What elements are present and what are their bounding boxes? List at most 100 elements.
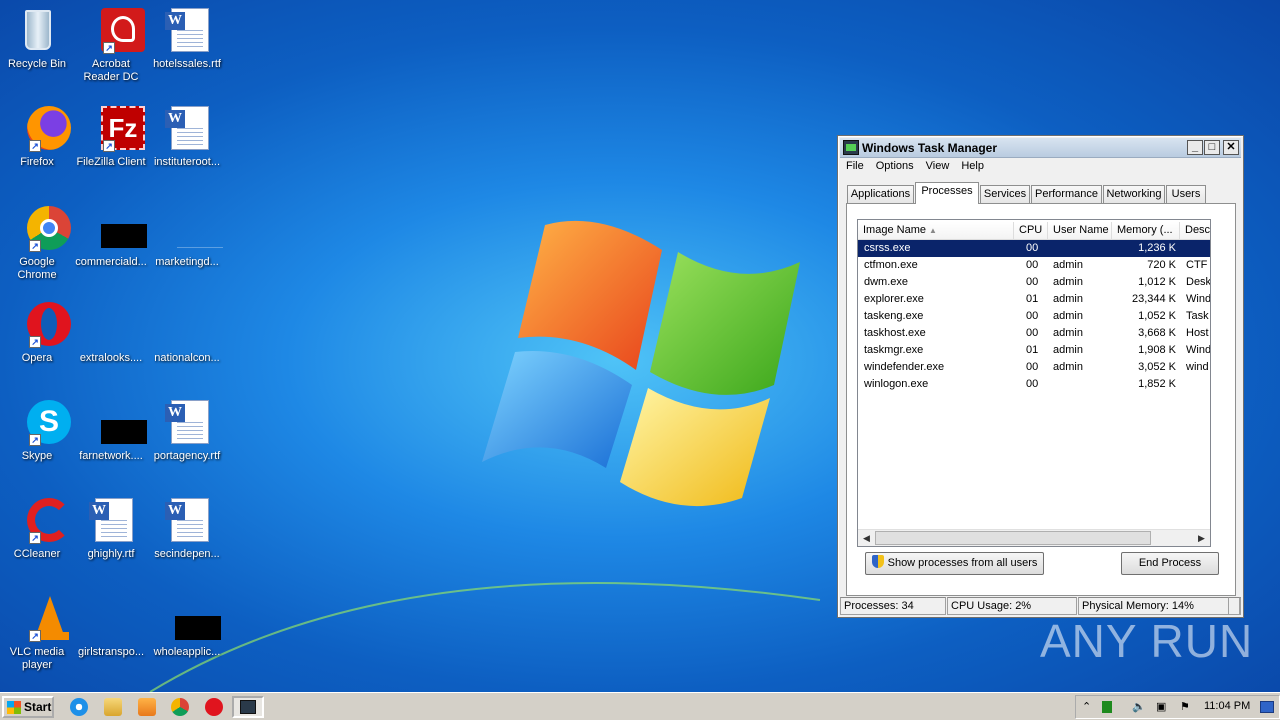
table-row[interactable]: winlogon.exe 00 1,852 K xyxy=(858,376,1210,393)
table-row[interactable]: ctfmon.exe 00 admin 720 K CTF l xyxy=(858,257,1211,274)
scroll-right-icon[interactable]: ▶ xyxy=(1194,531,1209,545)
menu-bar: File Options View Help xyxy=(840,158,1241,177)
column-header-user-name[interactable]: User Name xyxy=(1048,222,1112,240)
network-icon[interactable]: ▣ xyxy=(1156,700,1166,713)
desktop-icon-secindepen[interactable]: W secindepen... xyxy=(150,496,224,561)
column-header-cpu[interactable]: CPU xyxy=(1014,222,1048,240)
cell-user: admin xyxy=(1053,344,1083,356)
tab-users[interactable]: Users xyxy=(1166,185,1206,204)
show-desktop-icon[interactable] xyxy=(1260,701,1274,713)
column-header-memory[interactable]: Memory (... xyxy=(1112,222,1180,240)
chrome-taskbar-icon[interactable] xyxy=(171,698,189,716)
desktop-icon-filezilla[interactable]: Fz ↗ FileZilla Client xyxy=(74,104,148,169)
blank-file-icon xyxy=(163,204,223,252)
status-physical-memory: Physical Memory: 14% xyxy=(1078,597,1241,615)
table-row[interactable]: taskmgr.exe 01 admin 1,908 K Wind xyxy=(858,342,1211,359)
desktop-icon-firefox[interactable]: ↗ Firefox xyxy=(0,104,74,169)
process-list[interactable]: Image Name ▲ CPU User Name Memory (... D… xyxy=(857,219,1211,547)
action-center-flag-icon[interactable]: ⚑ xyxy=(1180,700,1190,713)
title-bar[interactable]: Windows Task Manager _ □ ✕ xyxy=(840,138,1241,158)
tab-networking[interactable]: Networking xyxy=(1103,185,1165,204)
menu-options[interactable]: Options xyxy=(870,158,920,174)
filezilla-icon: Fz ↗ xyxy=(87,104,145,152)
task-manager-taskbar-button[interactable] xyxy=(232,696,264,718)
blank-file-icon xyxy=(87,398,147,446)
system-tray: ⌃ 🔈 ▣ ⚑ 11:04 PM xyxy=(1075,695,1280,719)
cell-cpu: 01 xyxy=(1026,344,1039,356)
tab-services[interactable]: Services xyxy=(980,185,1030,204)
acrobat-reader-icon: ↗ xyxy=(87,6,145,54)
table-row[interactable]: dwm.exe 00 admin 1,012 K Desk xyxy=(858,274,1210,291)
cell-description: Wind xyxy=(1186,344,1211,356)
desktop-icon-chrome[interactable]: ↗ Google Chrome xyxy=(0,204,74,282)
desktop-icon-recycle-bin[interactable]: Recycle Bin xyxy=(0,6,74,71)
desktop-icon-ccleaner[interactable]: ↗ CCleaner xyxy=(0,496,74,561)
resize-grip-icon[interactable] xyxy=(1228,597,1240,615)
cell-description xyxy=(1186,376,1210,393)
tab-processes[interactable]: Processes xyxy=(915,182,979,204)
show-all-users-button[interactable]: Show processes from all users xyxy=(865,552,1044,575)
file-explorer-icon[interactable] xyxy=(104,698,122,716)
menu-help[interactable]: Help xyxy=(955,158,990,174)
show-hidden-icons-icon[interactable]: ⌃ xyxy=(1082,700,1091,713)
show-all-users-label: Show processes from all users xyxy=(887,557,1038,569)
desktop-icon-opera[interactable]: ↗ Opera xyxy=(0,300,74,365)
desktop-icon-acrobat[interactable]: ↗ Acrobat Reader DC xyxy=(74,6,148,84)
cell-description: CTF l xyxy=(1186,259,1211,271)
scrollbar-thumb[interactable] xyxy=(875,531,1151,545)
table-row[interactable]: explorer.exe 01 admin 23,344 K Wind xyxy=(858,291,1210,308)
column-header-image-name[interactable]: Image Name ▲ xyxy=(858,222,1014,240)
table-row[interactable]: windefender.exe 00 admin 3,052 K wind xyxy=(858,359,1210,376)
desktop-icon-girlstranspo[interactable]: girlstranspo... xyxy=(74,594,148,659)
cell-memory: 720 K xyxy=(1147,259,1176,271)
cell-user: admin xyxy=(1053,361,1083,373)
cell-image-name: dwm.exe xyxy=(864,276,909,288)
desktop-icon-nationalcon[interactable]: nationalcon... xyxy=(150,300,224,365)
desktop-icon-label: Acrobat Reader DC xyxy=(83,58,139,83)
close-button[interactable]: ✕ xyxy=(1223,140,1239,155)
green-status-icon[interactable] xyxy=(1102,701,1112,713)
desktop-icon-portagency[interactable]: W portagency.rtf xyxy=(150,398,224,463)
cell-user xyxy=(1053,376,1113,393)
maximize-button[interactable]: □ xyxy=(1204,140,1220,155)
table-row[interactable]: taskhost.exe 00 admin 3,668 K Host xyxy=(858,325,1210,342)
cell-cpu: 00 xyxy=(1026,259,1039,271)
volume-icon[interactable]: 🔈 xyxy=(1132,700,1146,713)
table-row[interactable]: csrss.exe 00 1,236 K xyxy=(858,240,1210,257)
minimize-button[interactable]: _ xyxy=(1187,140,1203,155)
internet-explorer-icon[interactable] xyxy=(70,698,88,716)
desktop-icon-skype[interactable]: S ↗ Skype xyxy=(0,398,74,463)
menu-view[interactable]: View xyxy=(920,158,956,174)
tab-performance[interactable]: Performance xyxy=(1031,185,1102,204)
tab-applications[interactable]: Applications xyxy=(847,185,914,204)
ccleaner-icon: ↗ xyxy=(13,496,71,544)
desktop-icon-vlc[interactable]: ↗ VLC media player xyxy=(0,594,74,672)
desktop-icon-wholeapplic[interactable]: wholeapplic... xyxy=(150,594,224,659)
desktop-icon-label: Skype xyxy=(21,450,53,462)
table-row[interactable]: taskeng.exe 00 admin 1,052 K Task xyxy=(858,308,1210,325)
desktop-icon-label: secindepen... xyxy=(154,548,220,560)
status-cpu-usage: CPU Usage: 2% xyxy=(947,597,1077,615)
desktop-icon-farnetwork[interactable]: farnetwork.... xyxy=(74,398,148,463)
scroll-left-icon[interactable]: ◀ xyxy=(859,531,874,545)
cell-user: admin xyxy=(1053,310,1083,322)
taskbar: Start ⌃ 🔈 ▣ ⚑ 11:04 PM xyxy=(0,692,1280,720)
desktop-icon-ghighly[interactable]: W ghighly.rtf xyxy=(74,496,148,561)
clock[interactable]: 11:04 PM xyxy=(1204,700,1250,712)
opera-taskbar-icon[interactable] xyxy=(205,698,223,716)
task-manager-window[interactable]: Windows Task Manager _ □ ✕ File Options Vi… xyxy=(837,135,1244,618)
blank-file-icon xyxy=(87,300,135,348)
horizontal-scrollbar[interactable]: ◀ ▶ xyxy=(858,529,1210,546)
menu-file[interactable]: File xyxy=(840,158,870,174)
cell-image-name: taskeng.exe xyxy=(864,310,924,322)
start-button[interactable]: Start xyxy=(2,696,54,718)
desktop-icon-extralooks[interactable]: extralooks.... xyxy=(74,300,148,365)
desktop-icon-instituteroot[interactable]: W instituteroot... xyxy=(150,104,224,169)
desktop-icon-label: VLC media player xyxy=(9,646,65,671)
desktop-icon-commerciald[interactable]: commerciald... xyxy=(74,204,148,269)
desktop-icon-marketingd[interactable]: marketingd... xyxy=(150,204,224,269)
media-player-icon[interactable] xyxy=(138,698,156,716)
column-header-description[interactable]: Desc xyxy=(1180,222,1210,240)
desktop-icon-hotelssales[interactable]: W hotelssales.rtf xyxy=(150,6,224,71)
end-process-button[interactable]: End Process xyxy=(1121,552,1219,575)
